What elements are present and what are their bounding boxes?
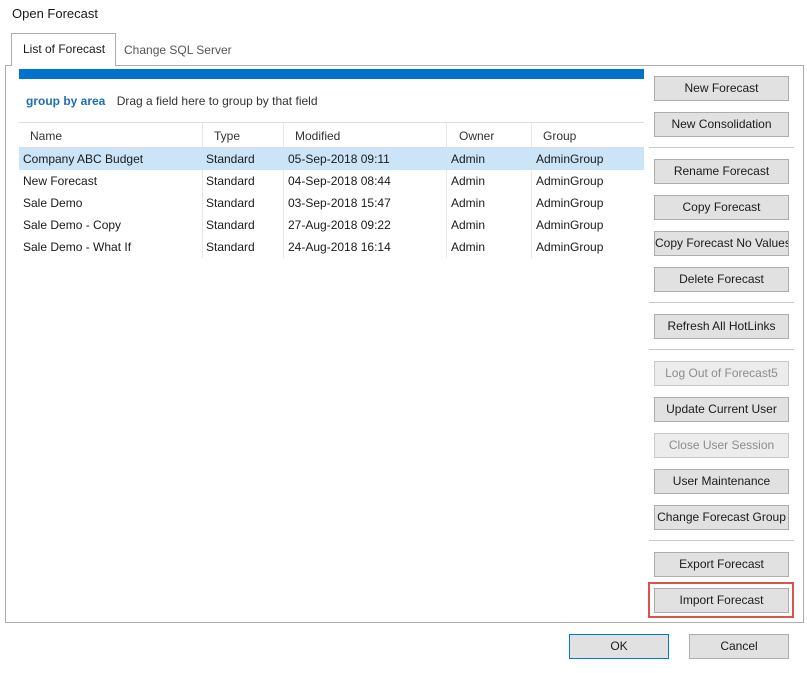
cell-group: AdminGroup — [536, 152, 604, 166]
forecast-grid: Name Type Modified Owner Group Company A… — [19, 122, 644, 258]
column-header-name[interactable]: Name — [30, 129, 62, 143]
cell-name: Sale Demo - Copy — [23, 218, 122, 232]
cell-type: Standard — [206, 174, 255, 188]
cell-group: AdminGroup — [536, 174, 604, 188]
button-divider — [649, 540, 794, 541]
tab-list-of-forecast[interactable]: List of Forecast — [11, 33, 116, 66]
group-by-panel[interactable]: group by area Drag a field here to group… — [26, 94, 318, 108]
table-row[interactable]: Company ABC Budget Standard 05-Sep-2018 … — [19, 148, 644, 170]
column-header-group[interactable]: Group — [543, 129, 576, 143]
column-header-type[interactable]: Type — [214, 129, 240, 143]
change-forecast-group-button[interactable]: Change Forecast Group — [654, 505, 789, 530]
copy-forecast-button[interactable]: Copy Forecast — [654, 195, 789, 220]
cell-owner: Admin — [451, 174, 486, 188]
new-consolidation-button[interactable]: New Consolidation — [654, 112, 789, 137]
update-current-user-button[interactable]: Update Current User — [654, 397, 789, 422]
cell-modified: 05-Sep-2018 09:11 — [288, 152, 390, 166]
cell-name: Sale Demo — [23, 196, 83, 210]
cell-name: Sale Demo - What If — [23, 240, 132, 254]
import-forecast-button[interactable]: Import Forecast — [654, 588, 789, 613]
tab-change-sql-server[interactable]: Change SQL Server — [124, 43, 232, 57]
button-divider — [649, 349, 794, 350]
group-by-hint: Drag a field here to group by that field — [116, 94, 318, 108]
delete-forecast-button[interactable]: Delete Forecast — [654, 267, 789, 292]
cell-group: AdminGroup — [536, 240, 604, 254]
cell-owner: Admin — [451, 240, 486, 254]
header-accent-bar — [19, 69, 644, 79]
cell-owner: Admin — [451, 196, 486, 210]
cell-owner: Admin — [451, 218, 486, 232]
cell-type: Standard — [206, 152, 255, 166]
cell-group: AdminGroup — [536, 218, 604, 232]
grid-header: Name Type Modified Owner Group — [19, 122, 644, 258]
window-title: Open Forecast — [12, 6, 98, 21]
cell-modified: 24-Aug-2018 16:14 — [288, 240, 391, 254]
user-maintenance-button[interactable]: User Maintenance — [654, 469, 789, 494]
cell-type: Standard — [206, 240, 255, 254]
rename-forecast-button[interactable]: Rename Forecast — [654, 159, 789, 184]
cell-name: New Forecast — [23, 174, 98, 188]
cell-modified: 27-Aug-2018 09:22 — [288, 218, 391, 232]
new-forecast-button[interactable]: New Forecast — [654, 76, 789, 101]
column-header-modified[interactable]: Modified — [295, 129, 340, 143]
export-forecast-button[interactable]: Export Forecast — [654, 552, 789, 577]
group-by-label: group by area — [26, 94, 106, 108]
cell-owner: Admin — [451, 152, 486, 166]
cell-type: Standard — [206, 218, 255, 232]
refresh-all-hotlinks-button[interactable]: Refresh All HotLinks — [654, 314, 789, 339]
cell-modified: 04-Sep-2018 08:44 — [288, 174, 391, 188]
column-header-owner[interactable]: Owner — [459, 129, 494, 143]
cell-group: AdminGroup — [536, 196, 604, 210]
table-row[interactable]: New Forecast Standard 04-Sep-2018 08:44 … — [19, 170, 644, 192]
ok-button[interactable]: OK — [569, 634, 669, 659]
table-row[interactable]: Sale Demo - Copy Standard 27-Aug-2018 09… — [19, 214, 644, 236]
cell-type: Standard — [206, 196, 255, 210]
close-user-session-button[interactable]: Close User Session — [654, 433, 789, 458]
button-divider — [649, 302, 794, 303]
button-divider — [649, 147, 794, 148]
table-row[interactable]: Sale Demo Standard 03-Sep-2018 15:47 Adm… — [19, 192, 644, 214]
cell-modified: 03-Sep-2018 15:47 — [288, 196, 391, 210]
cell-name: Company ABC Budget — [23, 152, 144, 166]
copy-forecast-no-values-button[interactable]: Copy Forecast No Values — [654, 231, 789, 256]
log-out-button[interactable]: Log Out of Forecast5 — [654, 361, 789, 386]
cancel-button[interactable]: Cancel — [689, 634, 789, 659]
table-row[interactable]: Sale Demo - What If Standard 24-Aug-2018… — [19, 236, 644, 258]
